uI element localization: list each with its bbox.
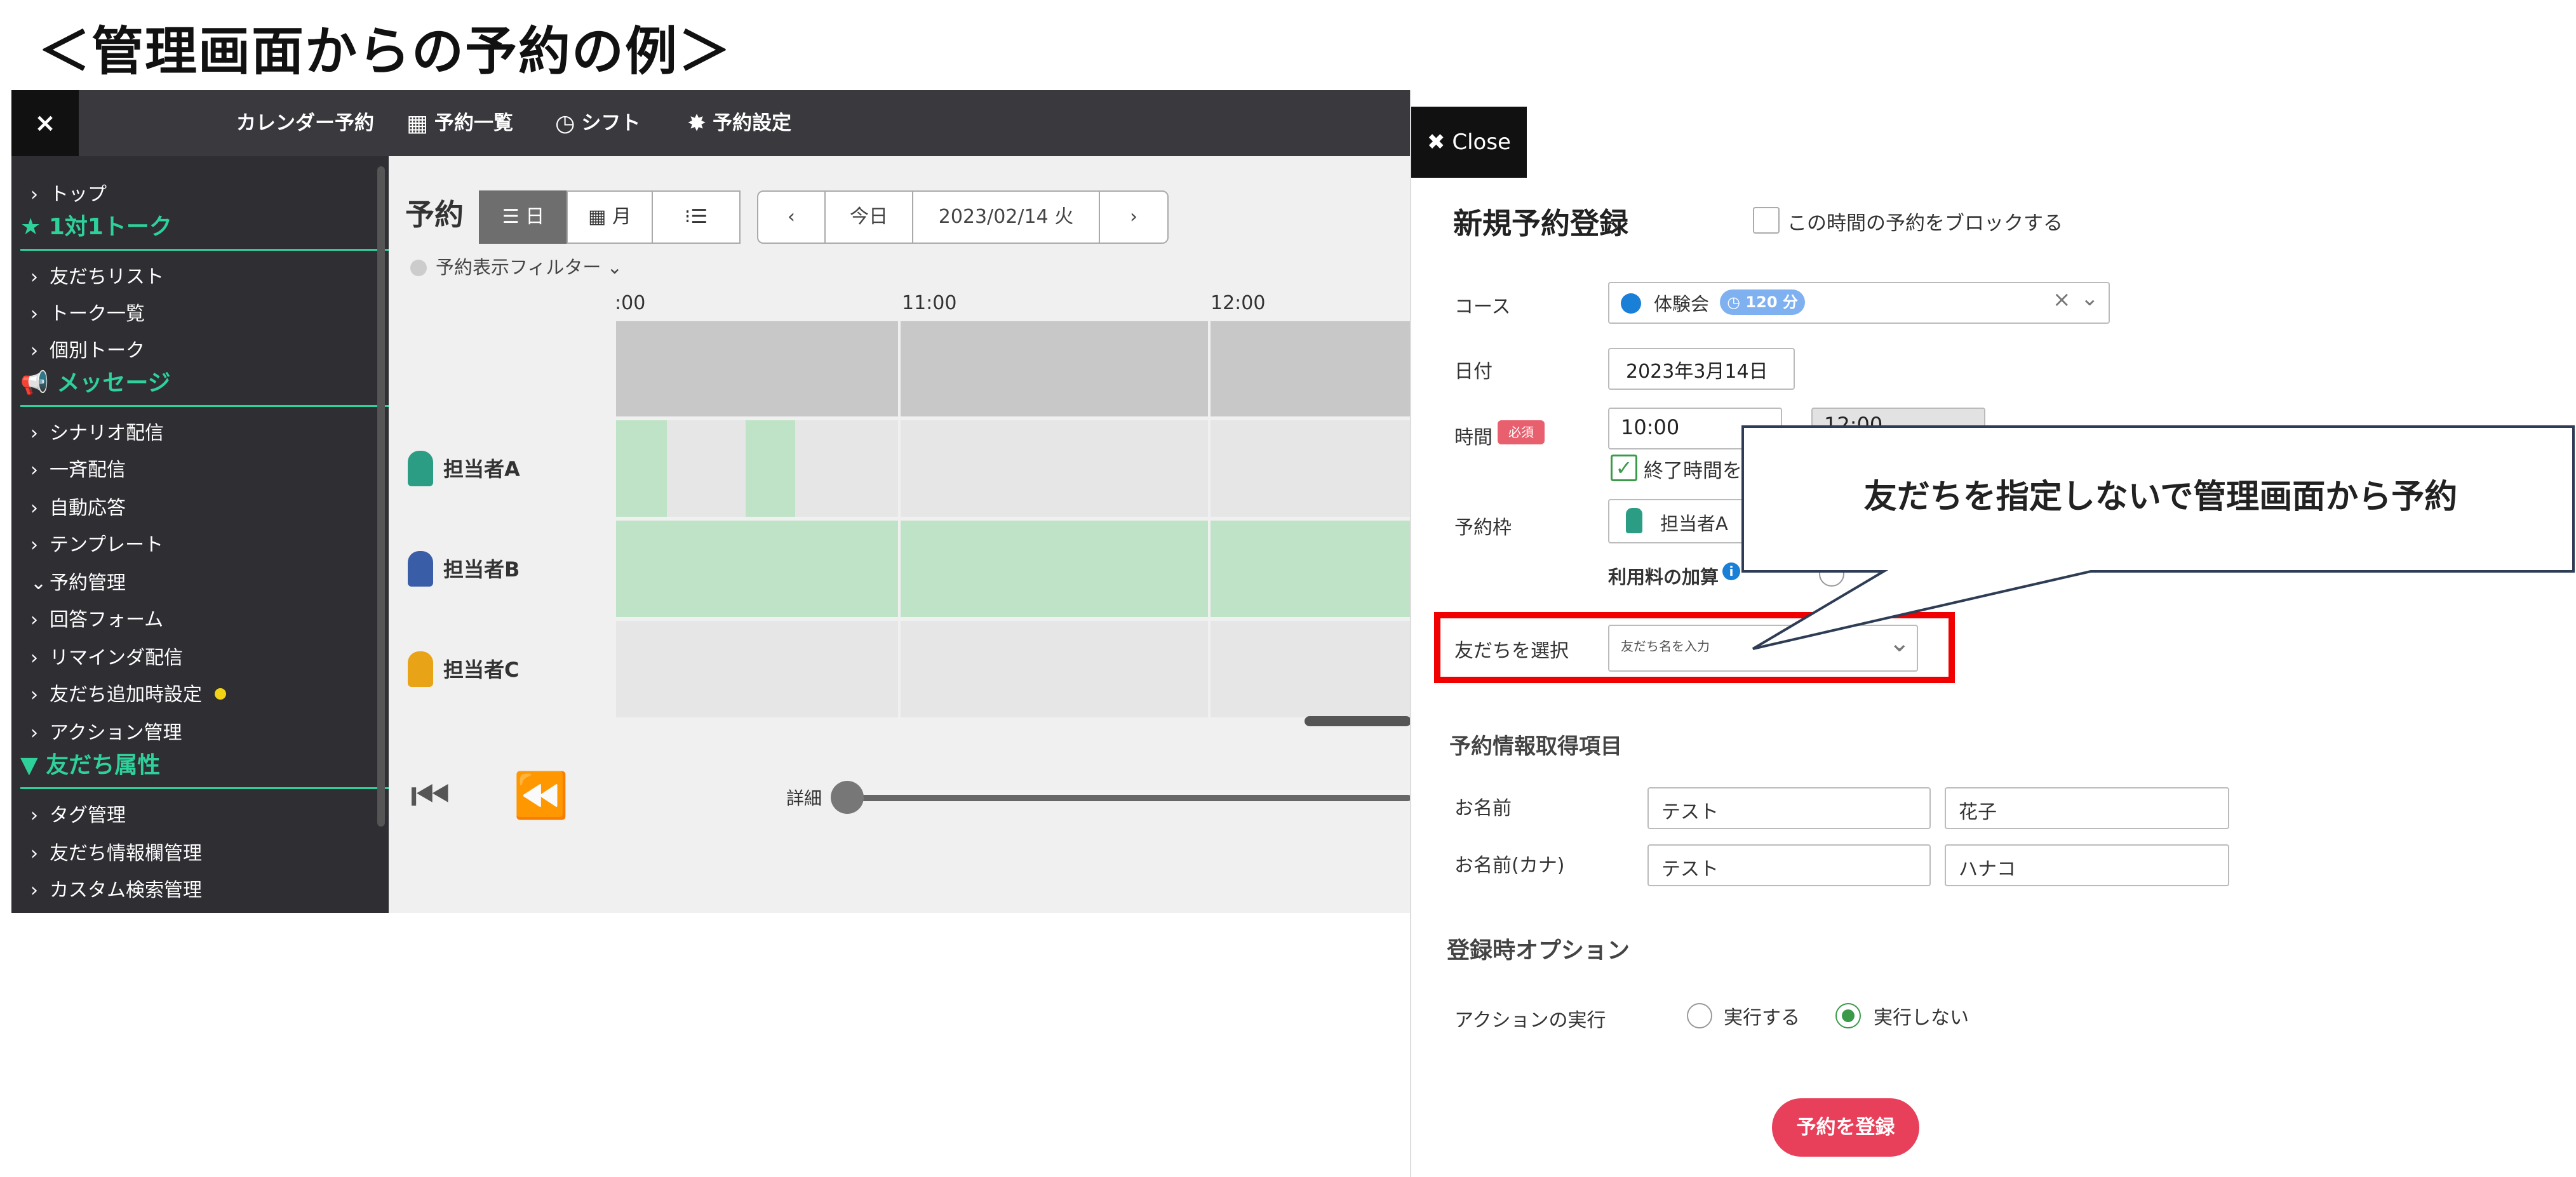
callout-shape xyxy=(1741,425,2575,650)
callout-bubble xyxy=(1741,425,2575,650)
callout-text: 友だちを指定しないで管理画面から予約 xyxy=(1863,478,2458,516)
